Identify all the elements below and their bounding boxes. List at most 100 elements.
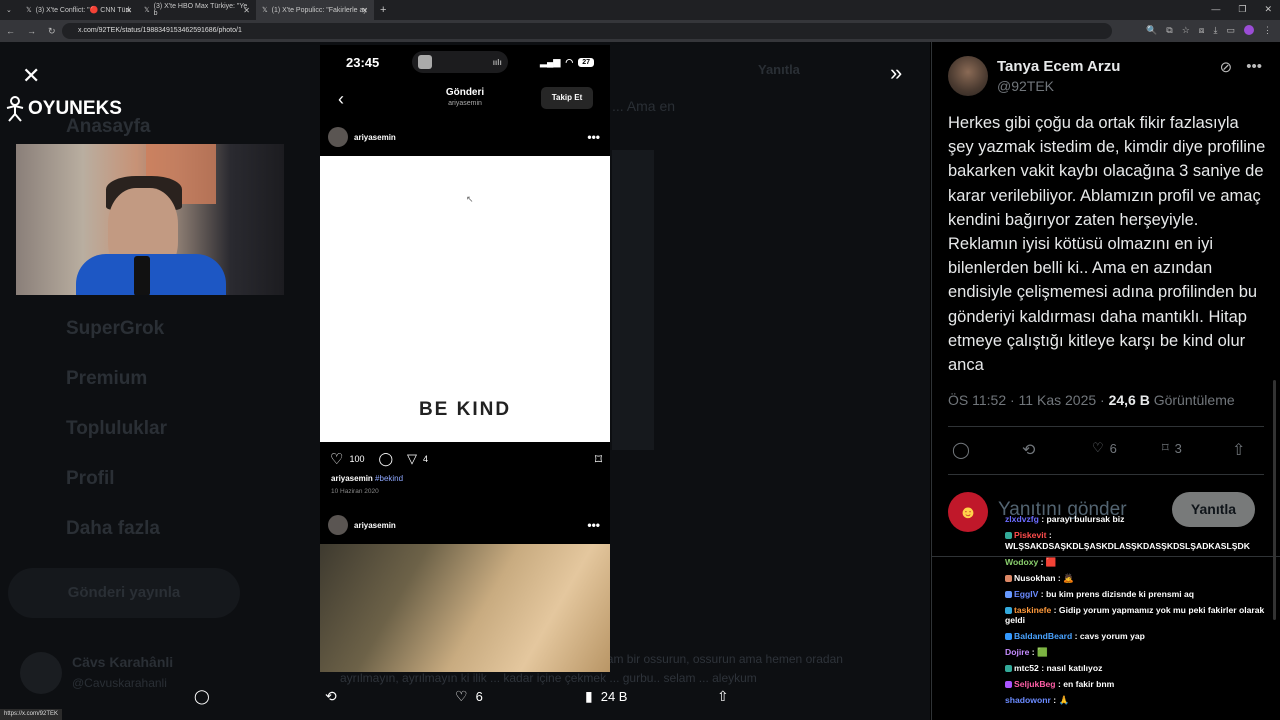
bookmark-icon[interactable]: ⌑ — [595, 451, 602, 468]
x-logo-icon: 𝕏 — [26, 7, 32, 14]
more-icon[interactable]: ••• — [587, 130, 600, 144]
chat-username[interactable]: Nusokhan — [1014, 573, 1056, 583]
close-viewer-icon[interactable]: ✕ — [22, 63, 40, 89]
heart-icon[interactable]: ♡ — [330, 450, 343, 468]
caption-user[interactable]: ariyasemin — [331, 474, 373, 483]
download-icon[interactable]: ⤓ — [1214, 25, 1218, 36]
chat-message: Wodoxy : 🟥 — [1005, 556, 1057, 567]
chat-username[interactable]: BaldandBeard — [1014, 631, 1072, 641]
repost-icon[interactable]: ⟲ — [1022, 440, 1035, 460]
close-window-icon[interactable]: ✕ — [1264, 4, 1272, 15]
bookmark-button[interactable]: ⌑ 3 — [1162, 440, 1182, 456]
follow-button[interactable]: Takip Et — [541, 87, 593, 109]
author-handle[interactable]: @92TEK — [997, 78, 1120, 94]
minimize-icon[interactable]: — — [1211, 4, 1220, 15]
send-icon[interactable]: ▽ — [407, 451, 417, 467]
chat-username[interactable]: mtc52 — [1014, 663, 1039, 673]
chat-username[interactable]: Dojire — [1005, 647, 1029, 657]
post-username[interactable]: ariyasemin — [354, 521, 396, 530]
chat-username[interactable]: zlxdvzfg — [1005, 514, 1039, 524]
tab-2[interactable]: 𝕏 (3) X'te HBO Max Türkiye: "Ye b ✕ — [138, 0, 256, 20]
chat-message: Nusokhan : 🙇 — [1005, 573, 1280, 584]
menu-icon[interactable]: ⋮ — [1263, 25, 1272, 36]
chat-badge-icon — [1005, 665, 1012, 672]
zoom-icon[interactable]: 🔍 — [1146, 25, 1157, 36]
post-user-row-2: ariyasemin ••• — [320, 513, 610, 537]
cast-icon[interactable]: ⧉ — [1166, 25, 1172, 36]
close-icon[interactable]: ✕ — [361, 6, 368, 15]
chat-message: BaldandBeard : cavs yorum yap — [1005, 631, 1280, 642]
back-icon[interactable]: ← — [6, 26, 15, 37]
post-image: ↖ BE KIND — [320, 156, 610, 442]
avatar[interactable] — [328, 127, 348, 147]
chat-badge-icon — [1005, 590, 1012, 598]
chat-username[interactable]: Wodoxy — [1005, 557, 1038, 567]
expand-panel-icon[interactable]: » — [890, 60, 902, 86]
chat-text: parayı bulursak biz — [1046, 514, 1125, 524]
waveform-icon: ıılı — [492, 57, 502, 67]
star-icon[interactable]: ☆ — [1182, 25, 1190, 36]
chat-username[interactable]: SeljukBeg — [1014, 679, 1056, 689]
comment-icon[interactable]: ◯ — [378, 451, 393, 467]
view-count: 24,6 B — [1108, 392, 1150, 408]
close-icon[interactable]: ✕ — [125, 6, 132, 15]
url-field[interactable]: x.com/92TEK/status/1988349153462591686/p… — [62, 23, 1112, 39]
author-name[interactable]: Tanya Ecem Arzu — [997, 58, 1120, 75]
hashtag-link[interactable]: #bekind — [375, 474, 403, 483]
app-icon — [417, 55, 432, 69]
sidebar-icon[interactable]: ▭ — [1226, 25, 1235, 36]
post-username[interactable]: ariyasemin — [354, 133, 396, 142]
chat-badge-icon — [1005, 574, 1012, 582]
share-icon[interactable]: ⇧ — [717, 688, 729, 705]
battery-icon: 27 — [578, 57, 594, 67]
chat-badge-icon — [1005, 633, 1012, 640]
views-label: Görüntüleme — [1149, 392, 1235, 408]
more-icon[interactable]: ••• — [1246, 58, 1262, 76]
address-bar-row: ← → ↻ x.com/92TEK/status/198834915346259… — [0, 20, 1280, 42]
post-actions: ♡ 100 ◯ ▽ 4 ⌑ — [330, 450, 602, 469]
new-tab-button[interactable]: + — [374, 0, 398, 20]
chat-username[interactable]: EggIV — [1014, 589, 1038, 599]
bg-text-top: ... Ama en — [612, 98, 676, 114]
more-icon[interactable]: ••• — [587, 518, 600, 532]
bg-avatar — [20, 652, 62, 694]
reload-icon[interactable]: ↻ — [48, 26, 56, 37]
chat-badge-icon — [1005, 606, 1012, 614]
grok-icon[interactable]: ⊘ — [1220, 58, 1233, 76]
chat-message: Dojire : 🟩 — [1005, 647, 1048, 657]
reply-icon[interactable]: ◯ — [194, 688, 210, 705]
tweet-time[interactable]: ÖS 11:52 · 11 Kas 2025 · — [948, 392, 1109, 408]
bg-menu-item: Daha fazla — [66, 518, 160, 539]
bg-menu-item: SuperGrok — [66, 318, 165, 339]
chat-text: bu kim prens dizisnde ki prensmi aq — [1046, 588, 1195, 599]
phone-screenshot: 23:45 ıılı ▂▄▆ ◠ 27 ‹ Gönderi ariyasemin… — [320, 45, 610, 672]
chat-badge-icon — [1005, 681, 1012, 688]
bg-menu-item: Topluluklar — [66, 418, 167, 439]
chat-text: en fakir bnm — [1063, 679, 1115, 689]
like-button[interactable]: ♡ 6 — [455, 688, 483, 705]
reply-avatar[interactable]: ☻ — [948, 492, 988, 532]
like-button[interactable]: ♡ 6 — [1092, 440, 1117, 456]
tab-1[interactable]: 𝕏 (3) X'te Conflict: "🔴 CNN Türk ✕ — [20, 0, 138, 20]
avatar[interactable] — [948, 56, 988, 96]
tab-list-button[interactable]: ⌄ — [0, 0, 20, 20]
restore-icon[interactable]: ❐ — [1238, 4, 1246, 15]
post-user-row: ariyasemin ••• — [320, 125, 610, 149]
bg-post-button: Gönderi yayınla — [8, 568, 240, 618]
forward-icon[interactable]: → — [27, 26, 36, 37]
repost-icon[interactable]: ⟲ — [325, 688, 337, 705]
close-icon[interactable]: ✕ — [243, 6, 250, 15]
tweet-panel: Tanya Ecem Arzu @92TEK ⊘ ••• Herkes gibi… — [931, 42, 1280, 720]
chat-username[interactable]: Piskevit — [1014, 530, 1047, 540]
tab-3[interactable]: 𝕏 (1) X'te Populicc: "Fakirlerle ay ✕ — [256, 0, 374, 20]
reply-icon[interactable]: ◯ — [952, 440, 970, 460]
post-caption: ariyasemin #bekind — [331, 474, 403, 483]
chat-username[interactable]: shadowonr — [1005, 695, 1051, 705]
chat-message: EggIV : bu kim prens dizisnde ki prensmi… — [1005, 589, 1280, 600]
views-button[interactable]: ▮ 24 B — [585, 688, 627, 705]
profile-avatar[interactable] — [1244, 25, 1254, 35]
share-icon[interactable]: ⇧ — [1232, 440, 1245, 460]
chat-username[interactable]: taskinefe — [1014, 605, 1051, 615]
extensions-icon[interactable]: ⧈ — [1199, 25, 1205, 36]
avatar[interactable] — [328, 515, 348, 535]
